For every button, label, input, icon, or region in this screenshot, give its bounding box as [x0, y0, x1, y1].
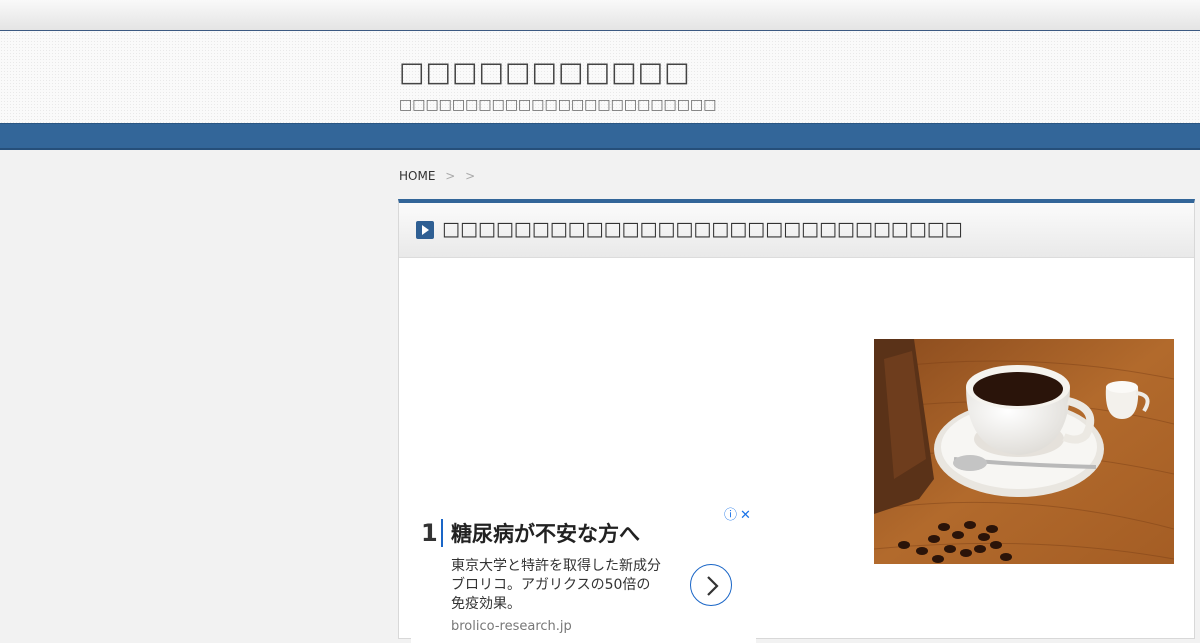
site-tagline: □□□□□□□□□□□□□□□□□□□□□□□□	[399, 97, 717, 113]
ad-number: 1	[421, 519, 438, 547]
article: □□□□□□□□□□□□□□□□□□□□□□□□□□□□□ ⓘ ✕ 1 糖尿病が不…	[398, 199, 1195, 643]
ad-headline[interactable]: 糖尿病が不安な方へ	[451, 518, 640, 548]
breadcrumb-separator: >	[445, 169, 456, 183]
global-nav-bar	[0, 123, 1200, 150]
top-bar	[0, 0, 1200, 31]
ad-body-line: 東京大学と特許を取得した新成分	[451, 558, 661, 574]
ad-info-controls: ⓘ ✕	[724, 504, 751, 523]
ad-body-line: ブロリコ。アガリクスの50倍の	[451, 577, 651, 593]
article-header: □□□□□□□□□□□□□□□□□□□□□□□□□□□□□	[399, 203, 1194, 258]
coffee-cup-photo	[874, 339, 1174, 564]
breadcrumb-home-link[interactable]: HOME	[399, 169, 435, 183]
breadcrumb-separator: >	[465, 169, 476, 183]
breadcrumb: HOME > >	[399, 169, 481, 183]
ad-block[interactable]: ⓘ ✕ 1 糖尿病が不安な方へ 東京大学と特許を取得した新成分 ブロリコ。アガリク…	[411, 503, 756, 643]
ad-domain[interactable]: brolico-research.jp	[451, 619, 572, 634]
chevron-right-icon	[707, 576, 719, 596]
close-icon[interactable]: ✕	[740, 508, 751, 523]
ad-body-line: 免疫効果。	[451, 596, 521, 612]
info-icon[interactable]: ⓘ	[724, 508, 737, 523]
ad-body: 東京大学と特許を取得した新成分 ブロリコ。アガリクスの50倍の 免疫効果。	[451, 557, 683, 614]
ad-divider	[441, 519, 443, 547]
site-title[interactable]: □□□□□□□□□□□	[399, 57, 691, 88]
site-header: □□□□□□□□□□□ □□□□□□□□□□□□□□□□□□□□□□□□	[0, 31, 1200, 123]
ad-arrow-button[interactable]	[690, 564, 732, 606]
article-title: □□□□□□□□□□□□□□□□□□□□□□□□□□□□□	[442, 218, 963, 240]
play-icon	[416, 221, 434, 239]
